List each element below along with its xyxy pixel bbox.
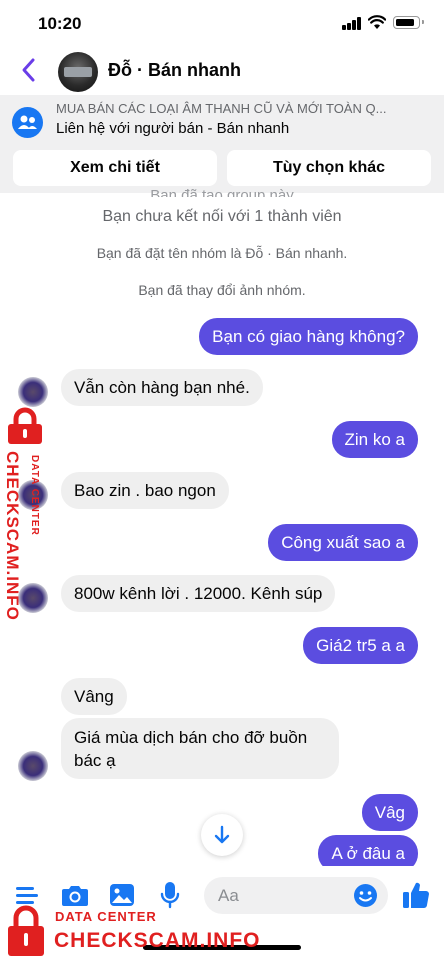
incoming-message[interactable]: Giá mùa dịch bán cho đỡ buồn bác ạ (61, 718, 339, 779)
watermark-small-text: DATA CENTER (29, 455, 40, 536)
watermark-big-text: CHECKSCAM.INFO (54, 929, 261, 952)
incoming-message[interactable]: Vâng (61, 678, 127, 715)
lock-icon (8, 905, 44, 956)
microphone-icon[interactable] (160, 880, 180, 910)
incoming-message[interactable]: Bao zin . bao ngon (61, 472, 229, 509)
like-thumb-icon[interactable] (402, 880, 430, 910)
outgoing-message[interactable]: Giá2 tr5 a a (303, 627, 418, 664)
camera-icon[interactable] (61, 882, 89, 908)
system-note: Bạn đã thay đổi ảnh nhóm. (138, 282, 306, 298)
watermark-big-text: CHECKSCAM.INFO (3, 451, 22, 621)
listing-title: MUA BÁN CÁC LOẠI ÂM THANH CŨ VÀ MỚI TOÀN… (56, 101, 387, 116)
message-input-placeholder: Aa (218, 886, 239, 905)
message-input[interactable]: Aa (204, 877, 388, 914)
outgoing-message[interactable]: Công xuất sao a (268, 524, 418, 561)
seller-contact-text: Liên hệ với người bán - Bán nhanh (56, 120, 290, 137)
conversation-header: Đỗ · Bán nhanh (0, 46, 444, 94)
status-bar: 10:20 (0, 0, 444, 46)
emoji-icon[interactable] (353, 883, 378, 908)
outgoing-message[interactable]: Vâg (361, 794, 418, 831)
lock-icon (8, 407, 42, 444)
group-icon (12, 107, 43, 138)
status-time: 10:20 (38, 14, 82, 33)
watermark-side: CHECKSCAM.INFO DATA CENTER (2, 407, 46, 627)
image-icon[interactable] (109, 882, 135, 908)
sender-avatar[interactable] (18, 377, 48, 407)
more-options-button[interactable]: Tùy chọn khác (227, 150, 431, 186)
marketplace-banner: MUA BÁN CÁC LOẠI ÂM THANH CŨ VÀ MỚI TOÀN… (0, 95, 444, 193)
system-note: Bạn đã tạo group này (150, 187, 294, 197)
incoming-message[interactable]: Vẫn còn hàng bạn nhé. (61, 369, 263, 406)
watermark-small-text: DATA CENTER (55, 909, 157, 924)
outgoing-message[interactable]: Zin ko a (331, 421, 418, 458)
scroll-to-bottom-button[interactable] (201, 814, 243, 856)
arrow-down-icon (214, 825, 230, 844)
cellular-signal-icon (342, 17, 362, 30)
sender-avatar[interactable] (18, 751, 48, 781)
view-details-button[interactable]: Xem chi tiết (13, 150, 217, 186)
incoming-message[interactable]: 800w kênh lời . 12000. Kênh súp (61, 575, 336, 612)
system-note: Bạn chưa kết nối với 1 thành viên (102, 208, 342, 225)
back-arrow-icon[interactable] (18, 56, 40, 84)
conversation-title[interactable]: Đỗ · Bán nhanh (108, 60, 241, 81)
outgoing-message[interactable]: Bạn có giao hàng không? (199, 318, 418, 355)
system-note: Bạn đã đặt tên nhóm là Đỗ · Bán nhanh. (96, 245, 348, 261)
battery-icon (393, 16, 424, 29)
group-avatar[interactable] (58, 52, 98, 92)
wifi-icon (368, 15, 386, 29)
